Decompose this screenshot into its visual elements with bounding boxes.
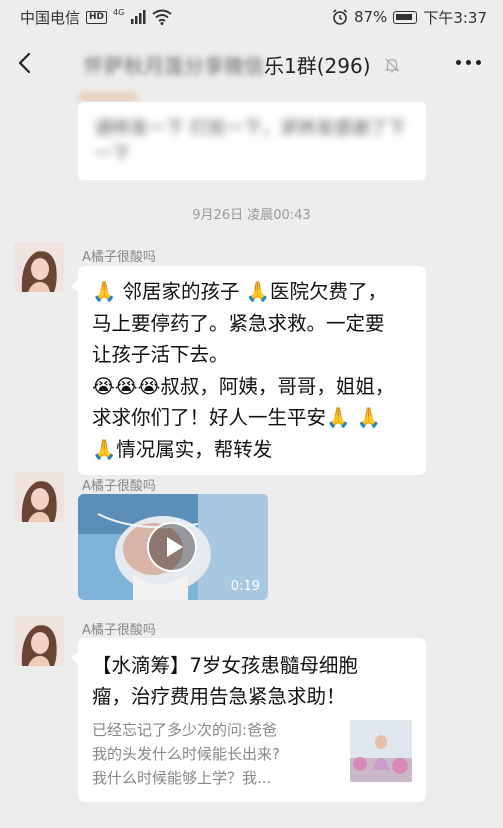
message-line: 🙏 邻居家的孩子 🙏医院欠费了， xyxy=(92,280,387,303)
carrier-label: 中国电信 xyxy=(20,8,81,27)
partial-emoji xyxy=(78,92,138,102)
mute-bell-icon xyxy=(384,57,399,73)
avatar[interactable] xyxy=(14,472,64,522)
link-title: 【水滴筹】7岁女孩患髓母细胞 瘤，治疗费用告急紧急求助！ xyxy=(92,650,412,712)
sender-nickname: A橘子很酸吗 xyxy=(82,479,156,494)
clock-time: 下午3:37 xyxy=(423,8,487,27)
link-thumbnail xyxy=(350,720,412,782)
message-line: 马上要停药了。紧急求救。一定要 xyxy=(92,311,385,335)
back-arrow-icon[interactable] xyxy=(14,51,38,75)
message-bubble-top[interactable]: 请转发一下 打扰一下，求转发感谢了下一下 xyxy=(78,102,426,180)
sender-nickname: A橘子很酸吗 xyxy=(82,250,156,265)
message-bubble-text[interactable]: 🙏 邻居家的孩子 🙏医院欠费了， 马上要停药了。紧急求救。一定要 让孩子活下去。… xyxy=(71,266,426,475)
wifi-icon xyxy=(152,9,172,25)
alarm-icon xyxy=(333,9,347,25)
sender-nickname: A橘子很酸吗 xyxy=(82,623,156,638)
hd-badge: HD xyxy=(86,10,108,24)
status-bar: 中国电信 HD 4G 87% 下午3:37 xyxy=(0,0,503,34)
link-title-line: 瘤，治疗费用告急紧急求助！ xyxy=(92,685,346,708)
chat-header: 怀萨秋月莲分享微信 乐1群(296) xyxy=(0,34,503,92)
more-options-icon[interactable] xyxy=(456,60,481,65)
battery-percent: 87% xyxy=(353,8,388,26)
link-desc-line: 已经忘记了多少次的问:爸爸 xyxy=(92,721,278,739)
link-card-message[interactable]: 【水滴筹】7岁女孩患髓母细胞 瘤，治疗费用告急紧急求助！ 已经忘记了多少次的问:… xyxy=(71,638,426,802)
link-desc-line: 我什么时候能够上学？我... xyxy=(92,769,272,787)
chat-title-visible: 乐1群(296) xyxy=(264,54,371,78)
chat-title-blurred: 怀萨秋月莲分享微信 xyxy=(84,54,264,78)
message-line: 😭😭😭叔叔，阿姨，哥哥，姐姐， xyxy=(92,374,395,398)
link-description: 已经忘记了多少次的问:爸爸 我的头发什么时候能长出来? 我什么时候能够上学？我.… xyxy=(92,718,342,790)
avatar[interactable] xyxy=(14,616,64,666)
signal-icon xyxy=(131,10,146,24)
message-timestamp: 9月26日 凌晨00:43 xyxy=(192,208,311,223)
battery-icon xyxy=(393,10,418,24)
avatar[interactable] xyxy=(14,242,64,292)
message-line: 让孩子活下去。 xyxy=(92,343,229,366)
link-title-line: 【水滴筹】7岁女孩患髓母细胞 xyxy=(92,654,358,677)
link-desc-line: 我的头发什么时候能长出来? xyxy=(92,745,280,763)
message-line: 🙏情况属实，帮转发 xyxy=(92,437,273,461)
play-icon[interactable] xyxy=(147,522,197,572)
message-line: 求求你们了！好人一生平安🙏 🙏 xyxy=(92,406,381,429)
chat-title[interactable]: 怀萨秋月莲分享微信 乐1群(296) xyxy=(84,50,401,79)
network-type: 4G xyxy=(113,7,125,17)
message-text-blurred: 请转发一下 打扰一下，求转发感谢了下一下 xyxy=(94,118,406,165)
video-message[interactable]: 0:19 xyxy=(78,494,268,600)
video-duration: 0:19 xyxy=(230,579,260,594)
